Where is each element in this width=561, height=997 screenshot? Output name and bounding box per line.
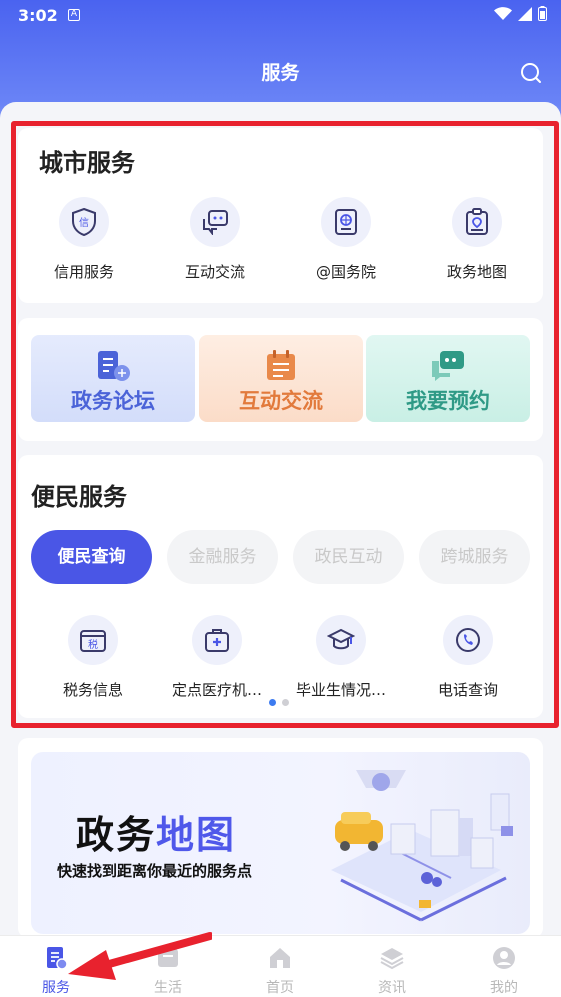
banner-subtitle: 快速找到距离你最近的服务点	[57, 862, 253, 880]
wifi-icon	[494, 6, 512, 20]
tab-home[interactable]: 首页	[224, 936, 336, 997]
gov-map-banner[interactable]: 政务地图 快速找到距离你最近的服务点	[31, 752, 530, 934]
system-icons	[494, 6, 547, 21]
tab-news[interactable]: 资讯	[336, 936, 448, 997]
tab-mine-label: 我的	[490, 980, 518, 996]
page-title: 服务	[261, 62, 300, 84]
tab-news-label: 资讯	[378, 980, 406, 996]
notification-icon: A	[68, 9, 80, 21]
news-layers-icon	[380, 948, 404, 970]
battery-icon	[538, 6, 547, 21]
home-icon	[270, 948, 290, 968]
banner-title: 政务地图	[76, 813, 237, 857]
tab-mine[interactable]: 我的	[448, 936, 560, 997]
signal-icon	[518, 6, 532, 21]
status-time: 3:02	[18, 6, 58, 25]
search-icon[interactable]	[520, 62, 542, 84]
status-bar: 3:02 A	[0, 0, 561, 32]
highlight-box	[11, 121, 559, 728]
tab-home-label: 首页	[266, 980, 294, 996]
city-map-illustration	[331, 770, 513, 922]
profile-icon	[493, 947, 515, 969]
annotation-arrow	[68, 932, 212, 980]
